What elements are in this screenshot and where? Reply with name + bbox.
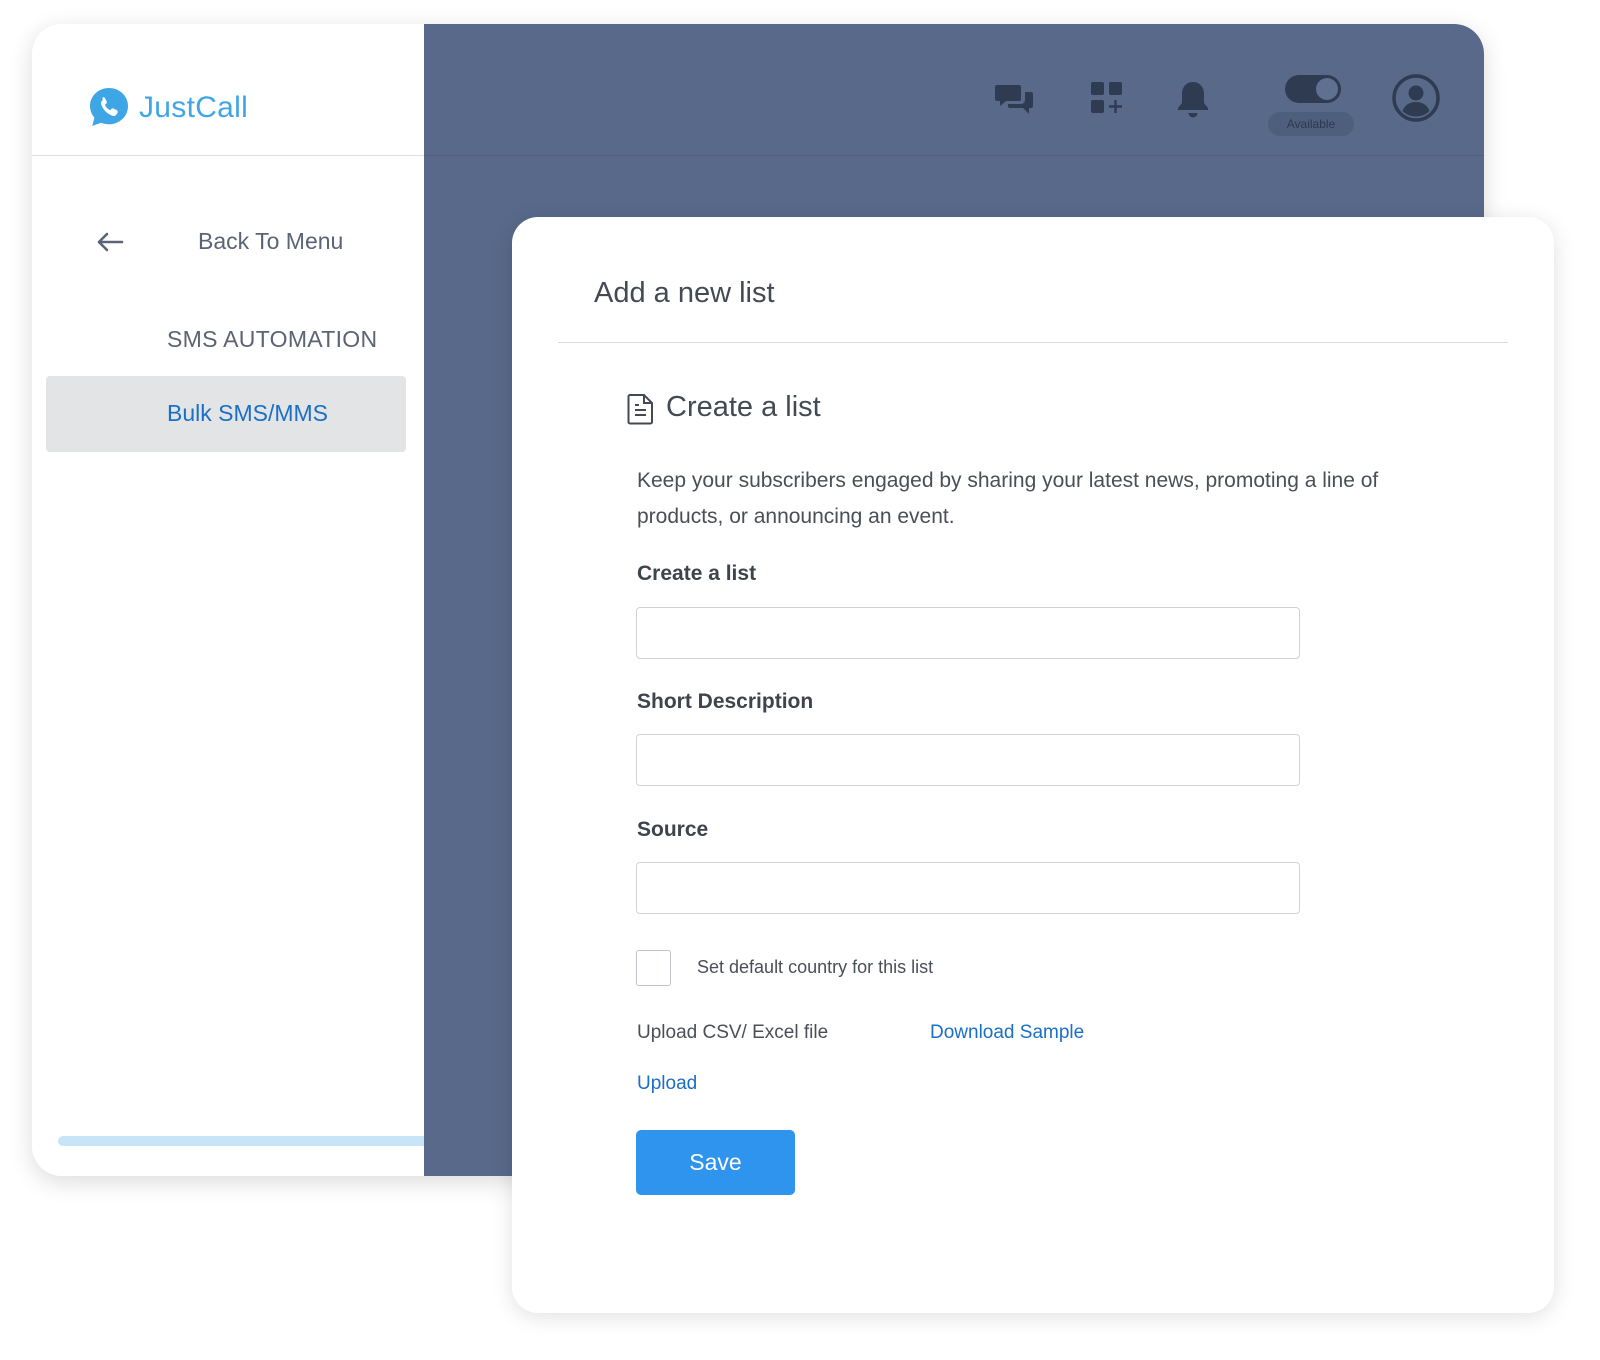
- default-country-label: Set default country for this list: [697, 957, 934, 977]
- justcall-logo-icon: [90, 88, 128, 126]
- list-name-input[interactable]: [636, 607, 1300, 659]
- availability-toggle[interactable]: [1285, 75, 1341, 103]
- brand-header: JustCall: [32, 24, 424, 156]
- source-input[interactable]: [636, 862, 1300, 914]
- default-country-checkbox[interactable]: [636, 950, 671, 986]
- back-to-menu-button[interactable]: Back To Menu: [88, 222, 408, 262]
- brand-name: JustCall: [139, 91, 249, 124]
- source-label: Source: [637, 818, 709, 841]
- short-description-label: Short Description: [637, 690, 814, 713]
- intro-text: Keep your subscribers engaged by sharing…: [637, 469, 1379, 528]
- toggle-knob: [1316, 78, 1338, 100]
- list-name-label: Create a list: [637, 562, 757, 585]
- user-avatar-icon[interactable]: [1392, 74, 1440, 122]
- modal-divider: [558, 342, 1508, 343]
- bell-icon[interactable]: [1175, 79, 1211, 119]
- add-app-icon[interactable]: [1090, 81, 1124, 115]
- arrow-left-icon: [97, 232, 124, 252]
- sidebar-item-bulk-sms-mms[interactable]: Bulk SMS/MMS: [46, 376, 406, 452]
- modal-title: Add a new list: [594, 277, 775, 309]
- section-title: Create a list: [666, 391, 821, 423]
- document-icon: [627, 394, 653, 425]
- save-button[interactable]: Save: [636, 1130, 795, 1195]
- download-sample-link[interactable]: Download Sample: [930, 1022, 1084, 1044]
- sidebar: JustCall Back To Menu SMS AUTOMATION Bul…: [32, 24, 458, 1176]
- upload-link[interactable]: Upload: [637, 1073, 697, 1095]
- upload-file-label: Upload CSV/ Excel file: [637, 1022, 829, 1043]
- topbar-divider: [424, 155, 1484, 156]
- chat-bubbles-icon[interactable]: [994, 82, 1034, 118]
- sidebar-section-label: SMS AUTOMATION: [167, 326, 378, 352]
- add-list-modal: Add a new list Create a list Keep your s…: [512, 217, 1554, 1313]
- availability-status-badge: Available: [1268, 112, 1354, 136]
- horizontal-scrollbar[interactable]: [58, 1136, 458, 1146]
- short-description-input[interactable]: [636, 734, 1300, 786]
- back-to-menu-label: Back To Menu: [198, 228, 344, 254]
- sidebar-item-label: Bulk SMS/MMS: [167, 400, 329, 426]
